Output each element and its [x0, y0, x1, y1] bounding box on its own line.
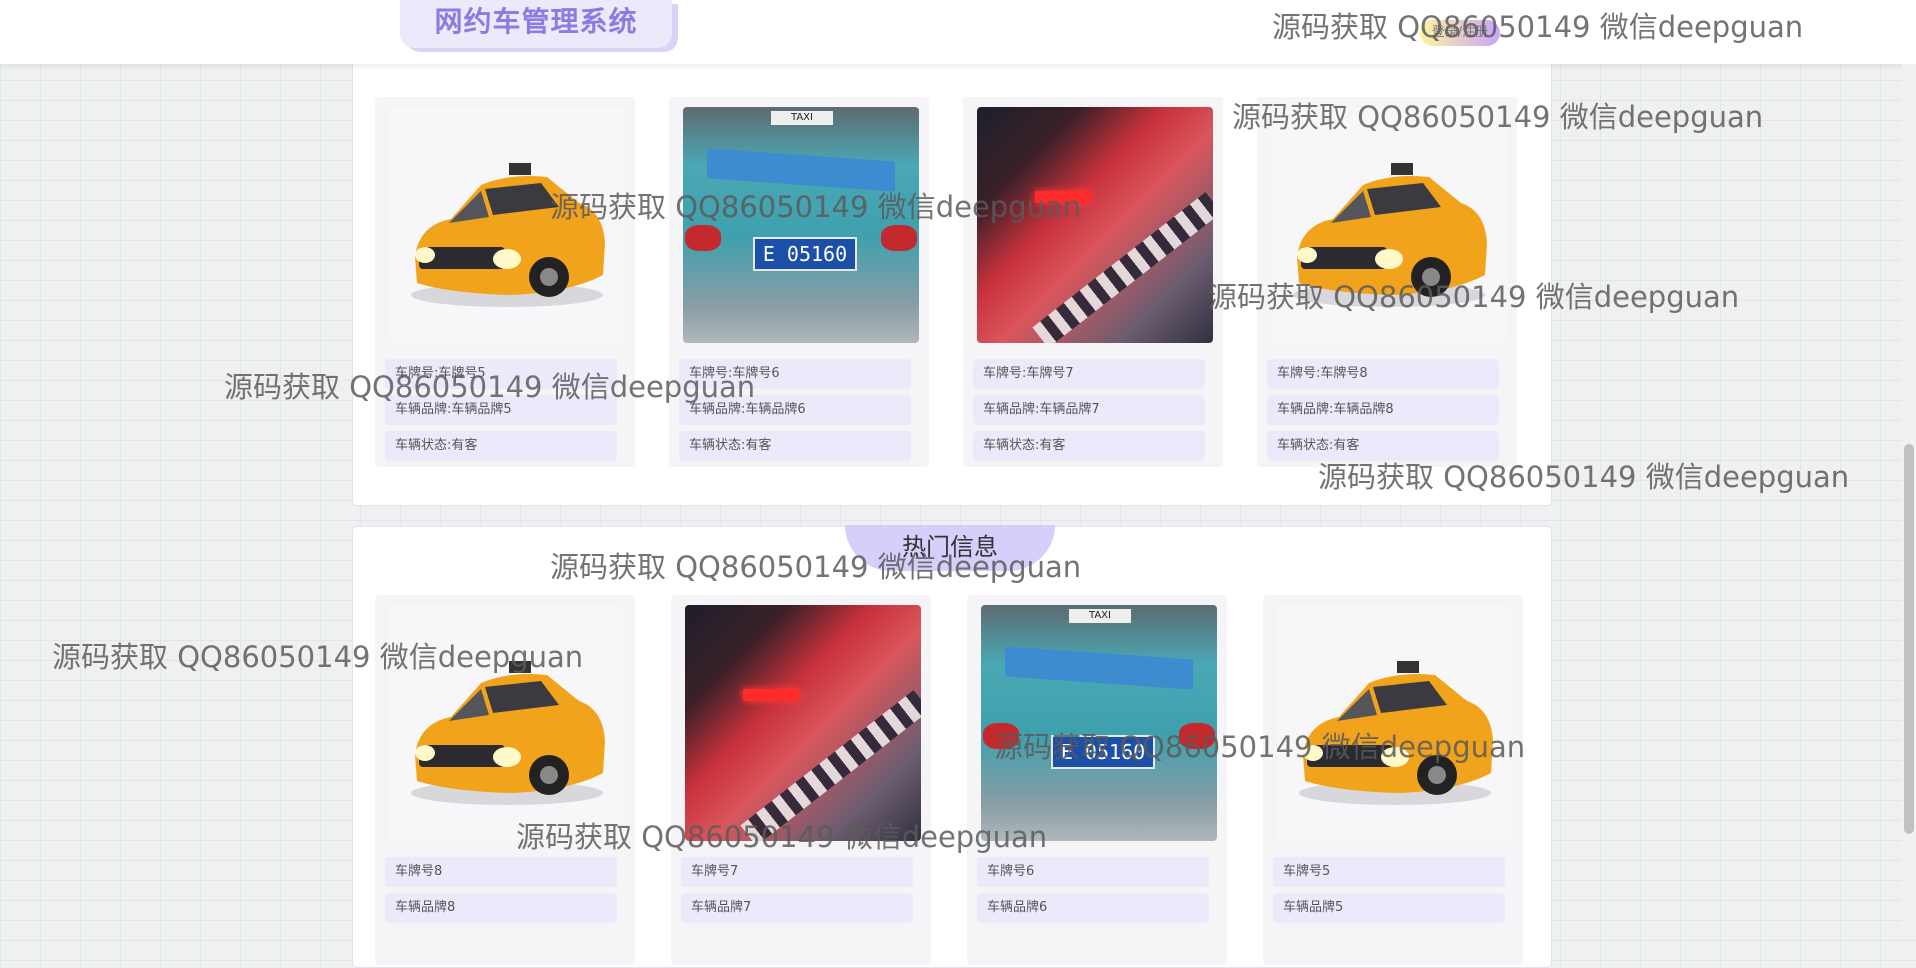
- plate-field: 车牌号7: [681, 857, 913, 887]
- vehicle-image[interactable]: [1277, 605, 1513, 841]
- vehicle-image[interactable]: TAXI E 05160: [981, 605, 1217, 841]
- brand-field: 车辆品牌:车辆品牌6: [679, 395, 911, 425]
- brand-field: 车辆品牌7: [681, 893, 913, 923]
- site-title: 网约车管理系统: [434, 5, 638, 38]
- site-logo[interactable]: 网约车管理系统: [400, 0, 672, 48]
- plate-field: 车牌号:车牌号7: [973, 359, 1205, 389]
- teal-taxi-rear-image: TAXI E 05160: [683, 107, 919, 343]
- red-taxi-image: [685, 605, 921, 841]
- hot-vehicle-card[interactable]: TAXI E 05160 车牌号6 车辆品牌6: [967, 595, 1227, 965]
- vehicle-list-panel: 车牌号:车牌号5 车辆品牌:车辆品牌5 车辆状态:有客 TAXI E 05160…: [352, 46, 1552, 506]
- top-navigation-bar: 网约车管理系统 登录/注册: [0, 0, 1916, 64]
- plate-field: 车牌号8: [385, 857, 617, 887]
- taxi-roof-sign: TAXI: [1069, 609, 1131, 623]
- plate-field: 车牌号6: [977, 857, 1209, 887]
- yellow-taxi-image: [389, 107, 625, 343]
- scrollbar-thumb[interactable]: [1904, 444, 1914, 834]
- red-taxi-image: [977, 107, 1213, 343]
- status-field: 车辆状态:有客: [385, 431, 617, 461]
- brand-field: 车辆品牌:车辆品牌5: [385, 395, 617, 425]
- vehicle-image[interactable]: [389, 107, 625, 343]
- plate-field: 车牌号5: [1273, 857, 1505, 887]
- yellow-taxi-image: [389, 605, 625, 841]
- hot-info-panel: 热门信息 车牌号8 车辆品牌8 车牌号7 车辆品牌7 TAXI E 05160 …: [352, 525, 1552, 968]
- brand-field: 车辆品牌5: [1273, 893, 1505, 923]
- yellow-taxi-image: [1271, 107, 1507, 343]
- brand-field: 车辆品牌6: [977, 893, 1209, 923]
- taxi-roof-sign: TAXI: [771, 111, 833, 125]
- license-plate: E 05160: [753, 237, 857, 271]
- vehicle-card[interactable]: 车牌号:车牌号5 车辆品牌:车辆品牌5 车辆状态:有客: [375, 97, 635, 467]
- vehicle-card[interactable]: 车牌号:车牌号7 车辆品牌:车辆品牌7 车辆状态:有客: [963, 97, 1223, 467]
- vehicle-card[interactable]: TAXI E 05160 车牌号:车牌号6 车辆品牌:车辆品牌6 车辆状态:有客: [669, 97, 929, 467]
- status-field: 车辆状态:有客: [973, 431, 1205, 461]
- plate-field: 车牌号:车牌号5: [385, 359, 617, 389]
- vehicle-image[interactable]: [977, 107, 1213, 343]
- hot-vehicle-card[interactable]: 车牌号7 车辆品牌7: [671, 595, 931, 965]
- status-field: 车辆状态:有客: [679, 431, 911, 461]
- login-register-button[interactable]: 登录/注册: [1420, 20, 1500, 46]
- yellow-taxi-image: [1277, 605, 1513, 841]
- vehicle-image[interactable]: [685, 605, 921, 841]
- vehicle-card[interactable]: 车牌号:车牌号8 车辆品牌:车辆品牌8 车辆状态:有客: [1257, 97, 1517, 467]
- hot-info-title: 热门信息: [845, 525, 1055, 571]
- plate-field: 车牌号:车牌号8: [1267, 359, 1499, 389]
- brand-field: 车辆品牌:车辆品牌8: [1267, 395, 1499, 425]
- page-scrollbar[interactable]: [1902, 64, 1916, 936]
- teal-taxi-rear-image: TAXI E 05160: [981, 605, 1217, 841]
- hot-vehicle-card[interactable]: 车牌号5 车辆品牌5: [1263, 595, 1523, 965]
- brand-field: 车辆品牌8: [385, 893, 617, 923]
- license-plate: E 05160: [1051, 735, 1155, 769]
- brand-field: 车辆品牌:车辆品牌7: [973, 395, 1205, 425]
- plate-field: 车牌号:车牌号6: [679, 359, 911, 389]
- vehicle-image[interactable]: [1271, 107, 1507, 343]
- hot-vehicle-card[interactable]: 车牌号8 车辆品牌8: [375, 595, 635, 965]
- vehicle-image[interactable]: TAXI E 05160: [683, 107, 919, 343]
- vehicle-image[interactable]: [389, 605, 625, 841]
- status-field: 车辆状态:有客: [1267, 431, 1499, 461]
